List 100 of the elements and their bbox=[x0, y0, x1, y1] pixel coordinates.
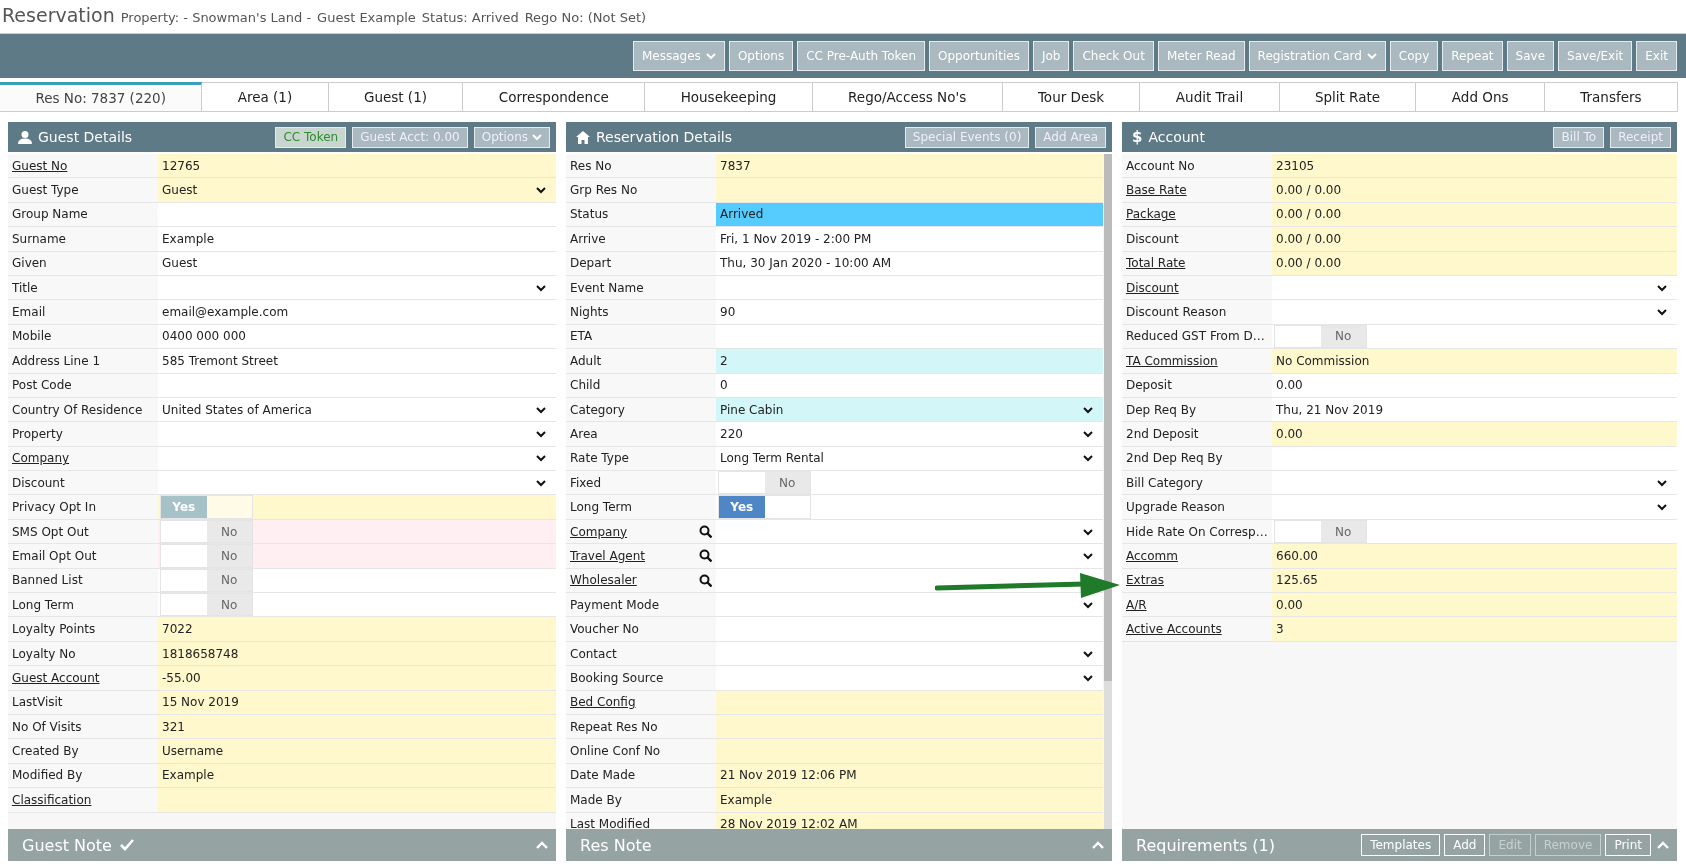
dropdown-field[interactable] bbox=[1272, 495, 1677, 519]
field-link[interactable]: Company bbox=[570, 524, 695, 539]
text-field[interactable]: Example bbox=[716, 788, 1103, 812]
text-field[interactable] bbox=[716, 324, 1103, 349]
tab[interactable]: Rego/Access No's bbox=[812, 82, 1003, 112]
dropdown-field[interactable] bbox=[716, 544, 1103, 568]
text-field[interactable]: 0400 000 000 bbox=[158, 324, 556, 349]
field-link[interactable]: Bed Config bbox=[570, 695, 712, 710]
text-field[interactable] bbox=[716, 715, 1103, 739]
text-field[interactable]: 0 bbox=[716, 373, 1103, 397]
dropdown-field[interactable] bbox=[1272, 275, 1677, 300]
text-field[interactable] bbox=[716, 690, 1103, 714]
text-field[interactable]: email@example.com bbox=[158, 300, 556, 324]
text-field[interactable]: Example bbox=[158, 763, 556, 788]
text-field[interactable]: 0.00 / 0.00 bbox=[1272, 178, 1677, 202]
text-field[interactable]: 3 bbox=[1272, 617, 1677, 641]
toggle-switch[interactable]: Yes bbox=[718, 495, 811, 519]
toggle-switch[interactable]: No bbox=[1274, 519, 1367, 544]
dropdown-field[interactable] bbox=[158, 471, 556, 495]
text-field[interactable]: 0.00 / 0.00 bbox=[1272, 227, 1677, 251]
text-field[interactable]: 2 bbox=[716, 349, 1103, 373]
text-field[interactable]: Example bbox=[158, 227, 556, 251]
text-field[interactable]: 1818658748 bbox=[158, 641, 556, 666]
dropdown-field[interactable]: 220 bbox=[716, 422, 1103, 446]
text-field[interactable]: 0.00 / 0.00 bbox=[1272, 202, 1677, 227]
field-link[interactable]: Extras bbox=[1126, 573, 1268, 588]
field-link[interactable]: TA Commission bbox=[1126, 353, 1268, 368]
text-field[interactable]: 90 bbox=[716, 300, 1103, 324]
field-link[interactable]: Package bbox=[1126, 207, 1268, 222]
dropdown-field[interactable]: Long Term Rental bbox=[716, 446, 1103, 471]
field-link[interactable]: Wholesaler bbox=[570, 573, 695, 588]
dropdown-field[interactable] bbox=[716, 666, 1103, 690]
text-field[interactable]: 321 bbox=[158, 715, 556, 739]
dropdown-field[interactable]: United States of America bbox=[158, 397, 556, 422]
toggle-switch[interactable]: No bbox=[160, 544, 253, 568]
toggle-switch[interactable]: No bbox=[160, 568, 253, 593]
scrollbar[interactable] bbox=[1104, 154, 1112, 829]
tab[interactable]: Transfers bbox=[1544, 82, 1678, 112]
text-field[interactable]: -55.00 bbox=[158, 666, 556, 690]
text-field[interactable]: 125.65 bbox=[1272, 568, 1677, 593]
text-field[interactable]: 21 Nov 2019 12:06 PM bbox=[716, 763, 1103, 788]
text-field[interactable]: 7837 bbox=[716, 154, 1103, 178]
text-field[interactable]: 15 Nov 2019 bbox=[158, 690, 556, 714]
text-field[interactable]: Guest bbox=[158, 251, 556, 275]
text-field[interactable] bbox=[716, 617, 1103, 641]
text-field[interactable]: 0.00 / 0.00 bbox=[1272, 251, 1677, 275]
text-field[interactable] bbox=[716, 275, 1103, 300]
text-field[interactable]: Arrived bbox=[716, 202, 1103, 227]
text-field[interactable]: Thu, 30 Jan 2020 - 10:00 AM bbox=[716, 251, 1103, 275]
dropdown-field[interactable] bbox=[158, 275, 556, 300]
toggle-switch[interactable]: No bbox=[160, 519, 253, 544]
dropdown-field[interactable] bbox=[158, 422, 556, 446]
field-link[interactable]: Total Rate bbox=[1126, 256, 1268, 271]
text-field[interactable]: 0.00 bbox=[1272, 422, 1677, 446]
text-field[interactable] bbox=[158, 788, 556, 812]
field-link[interactable]: Classification bbox=[12, 792, 154, 807]
toggle-switch[interactable]: No bbox=[718, 471, 811, 495]
text-field[interactable]: Username bbox=[158, 739, 556, 763]
field-link[interactable]: Base Rate bbox=[1126, 183, 1268, 198]
tab[interactable]: Housekeeping bbox=[645, 82, 813, 112]
tab[interactable]: Guest (1) bbox=[328, 82, 464, 112]
text-field[interactable] bbox=[716, 739, 1103, 763]
text-field[interactable] bbox=[1272, 446, 1677, 471]
text-field[interactable]: Thu, 21 Nov 2019 bbox=[1272, 397, 1677, 422]
tab[interactable]: Audit Trail bbox=[1140, 82, 1280, 112]
tab[interactable]: Correspondence bbox=[463, 82, 646, 112]
tab[interactable]: Tour Desk bbox=[1002, 82, 1141, 112]
field-link[interactable]: Accomm bbox=[1126, 548, 1268, 563]
dropdown-field[interactable] bbox=[716, 519, 1103, 544]
tab[interactable]: Area (1) bbox=[202, 82, 329, 112]
text-field[interactable]: No Commission bbox=[1272, 349, 1677, 373]
field-link[interactable]: A/R bbox=[1126, 597, 1268, 612]
dropdown-field[interactable] bbox=[716, 641, 1103, 666]
text-field[interactable]: 12765 bbox=[158, 154, 556, 178]
field-link[interactable]: Company bbox=[12, 451, 154, 466]
field-link[interactable]: Discount bbox=[1126, 280, 1268, 295]
dropdown-field[interactable]: Guest bbox=[158, 178, 556, 202]
tab[interactable]: Add Ons bbox=[1416, 82, 1545, 112]
dropdown-field[interactable] bbox=[716, 593, 1103, 617]
field-link[interactable]: Travel Agent bbox=[570, 548, 695, 563]
text-field[interactable]: Fri, 1 Nov 2019 - 2:00 PM bbox=[716, 227, 1103, 251]
text-field[interactable]: 7022 bbox=[158, 617, 556, 641]
field-link[interactable]: Active Accounts bbox=[1126, 622, 1268, 637]
text-field[interactable] bbox=[716, 178, 1103, 202]
tab[interactable]: Split Rate bbox=[1279, 82, 1417, 112]
text-field[interactable]: 0.00 bbox=[1272, 593, 1677, 617]
text-field[interactable] bbox=[158, 202, 556, 227]
text-field[interactable]: 585 Tremont Street bbox=[158, 349, 556, 373]
field-link[interactable]: Guest No bbox=[12, 158, 154, 173]
toggle-switch[interactable]: No bbox=[160, 593, 253, 617]
dropdown-field[interactable] bbox=[1272, 300, 1677, 324]
field-link[interactable]: Guest Account bbox=[12, 670, 154, 685]
text-field[interactable] bbox=[158, 373, 556, 397]
tab[interactable]: Res No: 7837 (220) bbox=[0, 82, 203, 112]
text-field[interactable]: 0.00 bbox=[1272, 373, 1677, 397]
dropdown-field[interactable] bbox=[158, 446, 556, 471]
dropdown-field[interactable] bbox=[1272, 471, 1677, 495]
dropdown-field[interactable]: Pine Cabin bbox=[716, 397, 1103, 422]
toggle-switch[interactable]: No bbox=[1274, 324, 1367, 349]
text-field[interactable]: 660.00 bbox=[1272, 544, 1677, 568]
